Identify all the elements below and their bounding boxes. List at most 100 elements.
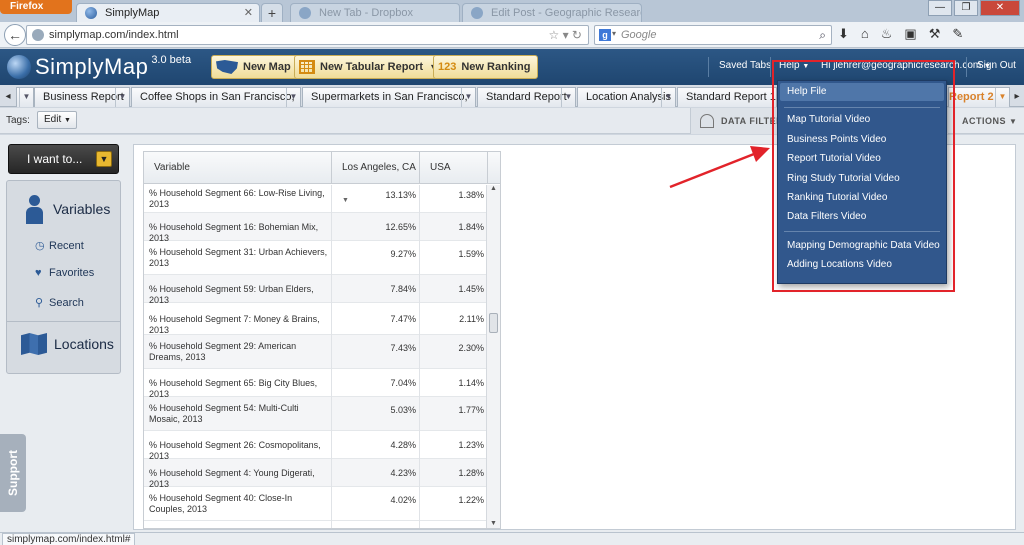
scroll-down-icon[interactable]: ▼ — [487, 520, 500, 528]
cell-los-angeles: 7.84% — [390, 284, 416, 294]
url-bar[interactable]: simplymap.com/index.html ☆ ▾ ↻ — [26, 25, 589, 45]
maximize-button[interactable]: ❐ — [954, 0, 978, 16]
new-map-button[interactable]: New Map — [211, 55, 299, 79]
chevron-down-icon[interactable]: ▼ — [661, 88, 675, 107]
chevron-down-icon[interactable]: ▾ — [612, 29, 616, 38]
table-row[interactable]: % Household Segment 66: Low-Rise Living,… — [144, 185, 486, 213]
browser-tab-simplymap[interactable]: SimplyMap ✕ — [76, 3, 260, 22]
i-want-to-button[interactable]: I want to... ▼ — [8, 144, 119, 174]
annotation-box — [772, 60, 955, 292]
funnel-icon — [700, 114, 714, 128]
minimize-button[interactable]: — — [928, 0, 952, 16]
table-row[interactable]: % Household Segment 29: American Dreams,… — [144, 335, 486, 369]
home-icon[interactable]: ⌂ — [861, 26, 869, 42]
cell-variable: % Household Segment 7: Money & Brains, 2… — [149, 314, 320, 335]
close-window-button[interactable]: ✕ — [980, 0, 1020, 16]
chevron-down-icon: ▼ — [96, 151, 112, 167]
browser-tab-bar: Firefox SimplyMap ✕ + New Tab - Dropbox … — [0, 0, 1024, 22]
new-map-label: New Map — [243, 61, 291, 73]
table-row[interactable]: % Household Segment 7: Money & Brains, 2… — [144, 303, 486, 335]
usa-map-icon — [216, 60, 238, 74]
table-row[interactable]: % Household Segment 31: Urban Achievers,… — [144, 241, 486, 275]
sidebar-item-label: Favorites — [49, 267, 95, 279]
table-header: Variable Los Angeles, CA ▼ USA — [144, 152, 500, 204]
chevron-down-icon[interactable]: ▼ — [115, 88, 129, 107]
sign-out-link[interactable]: Sign Out — [977, 60, 1016, 71]
actions-label: ACTIONS — [962, 116, 1006, 126]
tab-dropdown[interactable]: ▼ — [16, 87, 34, 107]
sidebar-item-recent[interactable]: ◷ Recent — [35, 239, 84, 252]
new-tabular-report-button[interactable]: New Tabular Report ▼ — [294, 55, 447, 79]
saved-tabs-link[interactable]: Saved Tabs — [719, 60, 771, 71]
logo-globe-icon — [7, 55, 31, 79]
browser-tab-dropbox[interactable]: New Tab - Dropbox — [290, 3, 460, 22]
url-text[interactable]: simplymap.com/index.html — [49, 29, 179, 41]
site-identity-icon[interactable] — [32, 29, 44, 41]
table-scrollbar[interactable]: ▲ ▼ — [486, 185, 500, 528]
table-row[interactable]: % Household Segment 40: Close-In Couples… — [144, 487, 486, 521]
sidebar-item-locations[interactable]: Locations — [21, 333, 116, 361]
browser-tab-label: Edit Post - Geographic Research Inc — [491, 7, 641, 19]
close-icon[interactable]: ✕ — [244, 4, 253, 22]
sidebar-item-label: Search — [49, 297, 84, 309]
scroll-right-icon[interactable]: ▸ — [1011, 88, 1023, 106]
table-row[interactable]: % Household Segment 59: Urban Elders, 20… — [144, 275, 486, 305]
tab-label: Location Analysis — [586, 91, 671, 103]
cell-usa: 1.22% — [458, 495, 484, 505]
table-row[interactable]: % Household Segment 54: Multi-Culti Mosa… — [144, 397, 486, 431]
cell-usa: 1.59% — [458, 249, 484, 259]
browser-tab-edit-post[interactable]: Edit Post - Geographic Research Inc — [462, 3, 642, 22]
table-row[interactable]: % Household Segment 65: Big City Blues, … — [144, 369, 486, 399]
table-row[interactable]: % Household Segment 4: Young Digerati, 2… — [144, 459, 486, 489]
download-icon[interactable]: ⬇ — [838, 26, 849, 42]
actions-button[interactable]: ACTIONS ▼ — [948, 108, 1024, 134]
new-tab-button[interactable]: + — [261, 3, 283, 22]
support-label: Support — [6, 450, 20, 496]
addon-icon[interactable]: ▣ — [904, 26, 916, 42]
edit-tags-button[interactable]: Edit ▼ — [37, 111, 77, 129]
firefox-menu-button[interactable]: Firefox — [0, 0, 72, 14]
globe-icon — [85, 7, 97, 19]
cell-los-angeles: 5.03% — [390, 405, 416, 415]
google-icon[interactable]: g — [599, 29, 611, 41]
search-icon[interactable]: ⌕ — [819, 28, 826, 43]
tab-business-report[interactable]: Business Report ▼ — [34, 87, 130, 107]
scroll-up-icon[interactable]: ▲ — [487, 185, 500, 195]
cell-los-angeles: 9.27% — [390, 249, 416, 259]
tab-coffee-shops[interactable]: Coffee Shops in San Francisco, CA▼ — [131, 87, 301, 121]
sidebar-item-label: Variables — [53, 201, 111, 217]
fire-icon[interactable]: ♨ — [881, 26, 893, 42]
sidebar-item-favorites[interactable]: ♥ Favorites — [35, 267, 94, 279]
back-button[interactable]: ← — [4, 24, 26, 46]
sidebar-item-label: Locations — [54, 336, 114, 352]
status-url: simplymap.com/index.html# — [2, 533, 136, 545]
sidebar-item-search[interactable]: ⚲ Search — [35, 296, 84, 309]
i-want-to-label: I want to... — [27, 152, 83, 166]
chevron-down-icon[interactable]: ▼ — [995, 88, 1009, 107]
table-row[interactable]: % Household Segment 16: Bohemian Mix, 20… — [144, 213, 486, 243]
tool-icon[interactable]: ⚒ — [929, 26, 941, 42]
bookmark-star-icon[interactable]: ☆ ▾ ↻ — [548, 28, 582, 42]
chevron-down-icon[interactable]: ▼ — [461, 88, 475, 107]
scrollbar-thumb[interactable] — [489, 313, 498, 333]
column-header-los-angeles[interactable]: Los Angeles, CA ▼ — [332, 152, 420, 204]
table-row[interactable]: % Household Segment 26: Cosmopolitans, 2… — [144, 431, 486, 461]
search-bar[interactable]: g ▾ Google ⌕ — [594, 25, 832, 45]
support-tab[interactable]: Support — [0, 434, 26, 512]
tab-report-2[interactable]: Report 2 ▼ — [948, 87, 1010, 107]
chevron-down-icon[interactable]: ▼ — [561, 88, 575, 107]
tab-standard-report[interactable]: Standard Report ▼ — [477, 87, 576, 107]
tab-location-analysis[interactable]: Location Analysis ▼ — [577, 87, 676, 107]
tab-supermarkets[interactable]: Supermarkets in San Francisco, CA▼ — [302, 87, 476, 121]
column-header-variable[interactable]: Variable — [144, 152, 332, 184]
new-ranking-button[interactable]: 123 New Ranking — [433, 55, 539, 79]
new-ranking-label: New Ranking — [461, 61, 531, 73]
sidebar-item-variables[interactable]: Variables — [23, 195, 113, 224]
menu-icon[interactable]: ✎ — [952, 26, 963, 42]
tab-standard-report-1[interactable]: Standard Report 1 — [677, 87, 777, 107]
cell-los-angeles: 4.23% — [390, 468, 416, 478]
column-header-usa[interactable]: USA — [420, 152, 488, 184]
browser-nav-bar: ← simplymap.com/index.html ☆ ▾ ↻ g ▾ Goo… — [0, 22, 1024, 48]
chevron-down-icon[interactable]: ▼ — [286, 88, 300, 107]
scroll-left-icon[interactable]: ◂ — [2, 88, 14, 106]
